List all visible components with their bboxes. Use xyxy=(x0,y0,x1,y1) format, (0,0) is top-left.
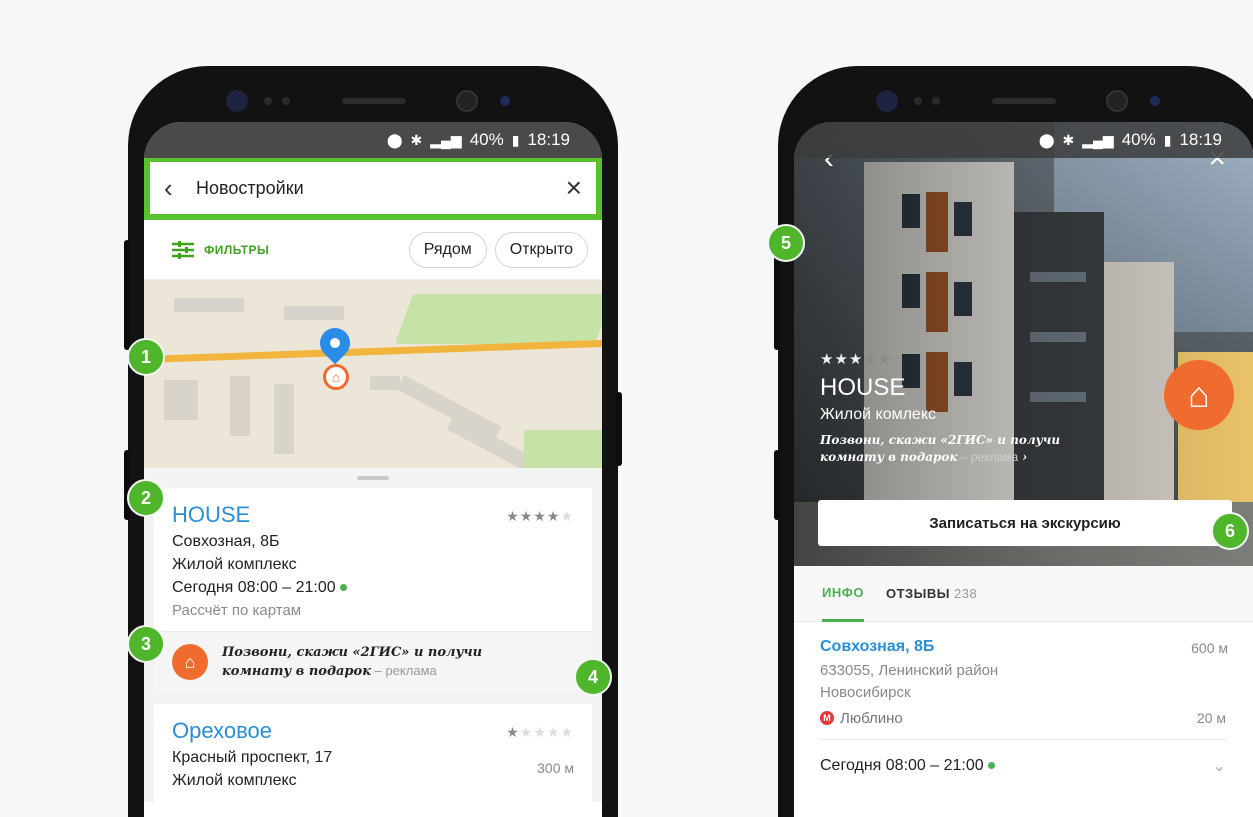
open-status-dot xyxy=(987,762,995,769)
back-arrow-icon[interactable]: ‹ xyxy=(164,173,190,204)
hours-row[interactable]: Сегодня 08:00 – 21:00 ⌄ xyxy=(820,738,1226,776)
drag-handle[interactable] xyxy=(144,468,602,488)
signal-icon: ▂▄▆ xyxy=(1082,131,1114,148)
bluetooth-icon: ✱ xyxy=(410,131,423,148)
postal-address: 633055, Ленинский район Новосибирск xyxy=(820,662,999,701)
screen-place-card: ⬤ ✱ ▂▄▆ 40% ▮ 18:19 ‹ × ★★★★★ HOUSE Жило… xyxy=(794,122,1253,817)
status-bar: ⬤ ✱ ▂▄▆ 40% ▮ 18:19 xyxy=(794,122,1253,158)
metro-station: Люблино xyxy=(840,709,903,727)
filter-bar: ФИЛЬТРЫ Рядом Открыто xyxy=(144,220,602,280)
ad-mark: – реклама xyxy=(957,450,1019,465)
result-distance: 300 м xyxy=(537,760,574,777)
open-status-dot xyxy=(339,584,347,592)
rating-stars: ★★★★★ xyxy=(506,724,574,741)
battery-percent: 40% xyxy=(469,130,504,149)
rating-stars: ★★★★★ xyxy=(820,351,893,368)
tab-bar: ИНФО ОТЗЫВЫ 238 xyxy=(794,566,1253,622)
callout-marker: 2 xyxy=(127,479,165,517)
reviews-count: 238 xyxy=(954,586,978,601)
house-icon: ⌂ xyxy=(172,644,208,681)
place-address-link[interactable]: Совхозная, 8Б xyxy=(820,638,1226,656)
search-input[interactable]: Новостройки xyxy=(196,178,566,199)
tab-reviews[interactable]: ОТЗЫВЫ 238 xyxy=(886,566,977,622)
metro-row[interactable]: M Люблино 20 м xyxy=(820,710,1226,727)
metro-icon: M xyxy=(820,711,834,725)
result-address: Совхозная, 8Б xyxy=(172,533,280,550)
callout-marker: 3 xyxy=(127,625,165,663)
map-view[interactable]: ⌂ xyxy=(144,280,602,468)
phone-right: ⬤ ✱ ▂▄▆ 40% ▮ 18:19 ‹ × ★★★★★ HOUSE Жило… xyxy=(774,66,1253,817)
power-button xyxy=(616,392,622,466)
address-distance: 600 м xyxy=(1191,640,1228,656)
result-type: Жилой комплекс xyxy=(172,772,297,790)
map-pin-icon[interactable] xyxy=(313,321,357,365)
result-type: Жилой комплекс xyxy=(172,556,297,573)
promo-text[interactable]: Позвони, скажи «2ГИС» и получи комнату в… xyxy=(820,432,1060,467)
chip-nearby[interactable]: Рядом xyxy=(408,231,487,268)
filters-label: ФИЛЬТРЫ xyxy=(204,242,270,257)
battery-icon: ▮ xyxy=(1163,131,1172,148)
metro-distance: 20 м xyxy=(1196,710,1226,726)
search-bar-container: ‹ Новостройки × xyxy=(144,158,602,220)
result-card-orekhovoe[interactable]: Ореховое ★★★★★ 300 м Красный проспект, 1… xyxy=(154,704,592,803)
close-icon[interactable]: × xyxy=(566,174,582,202)
house-icon: ⌂ xyxy=(1164,360,1234,430)
screen-search-results: ⬤ ✱ ▂▄▆ 40% ▮ 18:19 ‹ Новостройки × ФИЛЬ… xyxy=(144,122,602,817)
house-marker-icon[interactable]: ⌂ xyxy=(323,364,349,390)
clock: 18:19 xyxy=(527,130,570,149)
sliders-icon xyxy=(172,240,194,259)
stage: ⬤ ✱ ▂▄▆ 40% ▮ 18:19 ‹ Новостройки × ФИЛЬ… xyxy=(0,0,1253,817)
hero-photo: ‹ × ★★★★★ HOUSE Жилой комлекс Позвони, с… xyxy=(794,122,1253,566)
location-icon: ⬤ xyxy=(1038,131,1055,148)
place-type: Жилой комлекс xyxy=(820,406,936,423)
side-button xyxy=(774,450,780,520)
phone-left: ⬤ ✱ ▂▄▆ 40% ▮ 18:19 ‹ Новостройки × ФИЛЬ… xyxy=(124,66,622,817)
rating-stars: ★★★★★ xyxy=(506,508,574,524)
signal-icon: ▂▄▆ xyxy=(430,131,462,148)
location-icon: ⬤ xyxy=(386,131,403,148)
hours-text: Сегодня 08:00 – 21:00 xyxy=(820,756,984,774)
filters-button[interactable]: ФИЛЬТРЫ xyxy=(172,240,401,259)
ad-mark: – реклама xyxy=(371,662,437,678)
place-title: HOUSE xyxy=(820,374,906,401)
result-card-house[interactable]: HOUSE ★★★★★ Совхозная, 8Б Жилой комплекс… xyxy=(154,488,592,631)
phone-top-sensors xyxy=(778,84,1253,124)
status-bar: ⬤ ✱ ▂▄▆ 40% ▮ 18:19 xyxy=(144,122,602,158)
side-button xyxy=(124,450,130,520)
book-tour-button[interactable]: Записаться на экскурсию xyxy=(818,500,1232,546)
result-address: Красный проспект, 17 xyxy=(172,749,333,767)
result-hours: Сегодня 08:00 – 21:00 xyxy=(172,579,574,597)
place-summary: ★★★★★ HOUSE Жилой комлекс Позвони, скажи… xyxy=(820,350,1060,467)
chevron-down-icon[interactable]: ⌄ xyxy=(1213,756,1226,776)
callout-marker: 4 xyxy=(574,658,612,696)
tab-info[interactable]: ИНФО xyxy=(822,566,864,622)
callout-marker: 1 xyxy=(127,338,165,376)
chip-open[interactable]: Открыто xyxy=(494,231,588,268)
info-panel: Совхозная, 8Б 600 м 633055, Ленинский ра… xyxy=(794,622,1253,776)
search-bar: ‹ Новостройки × xyxy=(150,162,596,214)
clock: 18:19 xyxy=(1179,130,1222,149)
battery-percent: 40% xyxy=(1121,130,1156,149)
bluetooth-icon: ✱ xyxy=(1062,131,1075,148)
volume-button xyxy=(124,240,130,350)
phone-top-sensors xyxy=(128,84,618,124)
results-sheet: HOUSE ★★★★★ Совхозная, 8Б Жилой комплекс… xyxy=(144,468,602,803)
callout-marker: 5 xyxy=(767,224,805,262)
ad-text: Позвони, скажи «2ГИС» и получи комнату в… xyxy=(222,645,483,679)
callout-marker: 6 xyxy=(1211,512,1249,550)
ad-banner[interactable]: ⌂ Позвони, скажи «2ГИС» и получи комнату… xyxy=(154,631,592,693)
result-payment-note: Рассчёт по картам xyxy=(172,602,302,619)
battery-icon: ▮ xyxy=(511,131,520,148)
